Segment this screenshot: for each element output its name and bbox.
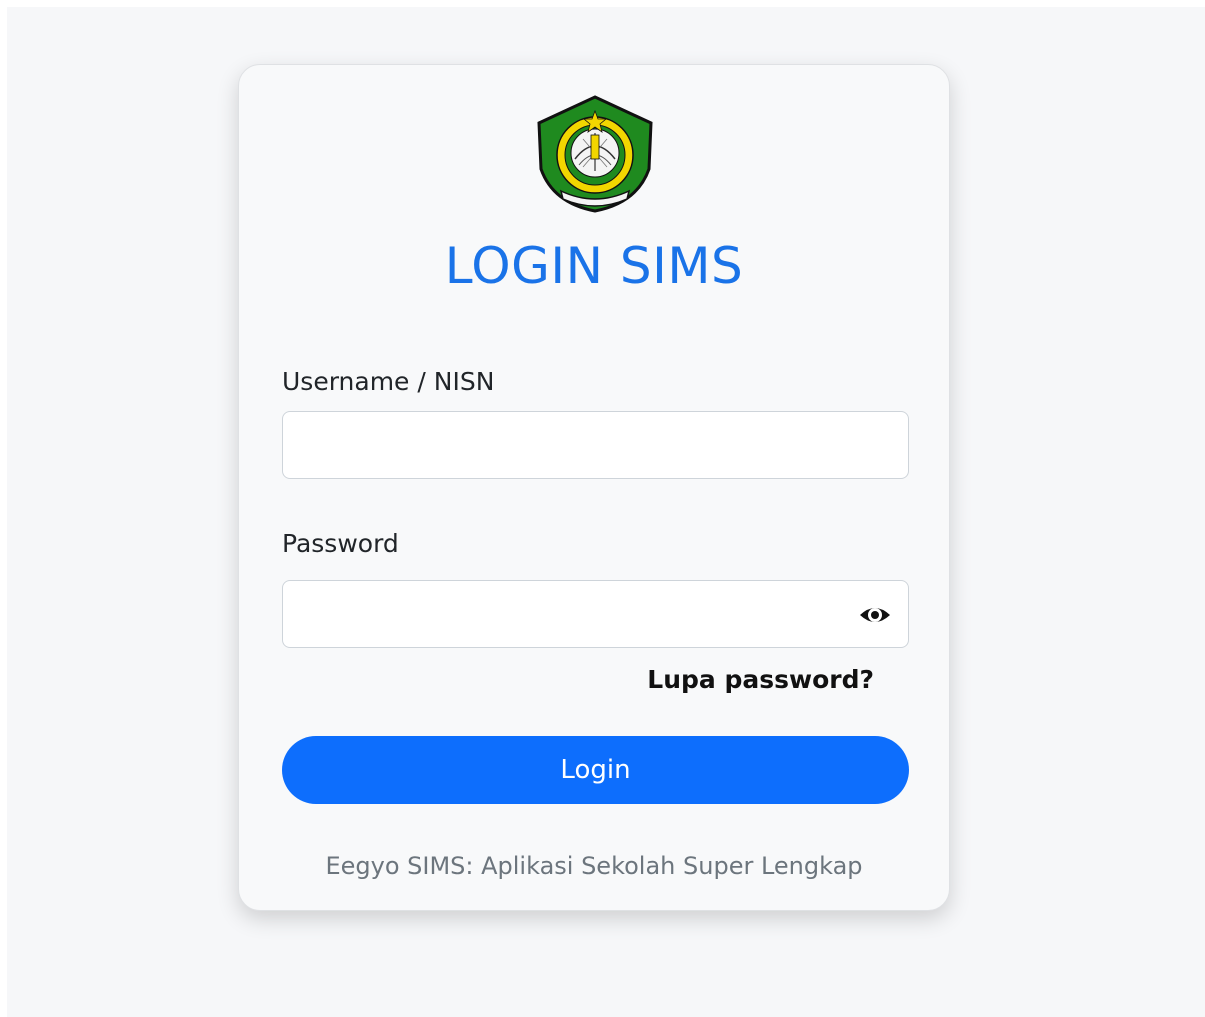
forgot-password-link[interactable]: Lupa password? [647,665,874,694]
page-background: LOGIN SIMS Username / NISN Password Lupa… [7,7,1205,1017]
eye-icon[interactable] [858,602,892,628]
page-title: LOGIN SIMS [444,237,744,295]
password-input[interactable] [282,580,909,648]
school-logo [537,95,653,213]
username-label: Username / NISN [282,367,495,396]
login-card: LOGIN SIMS Username / NISN Password Lupa… [238,64,950,911]
password-label: Password [282,529,399,558]
username-input[interactable] [282,411,909,479]
login-button[interactable]: Login [282,736,909,804]
footer-text: Eegyo SIMS: Aplikasi Sekolah Super Lengk… [325,852,863,880]
